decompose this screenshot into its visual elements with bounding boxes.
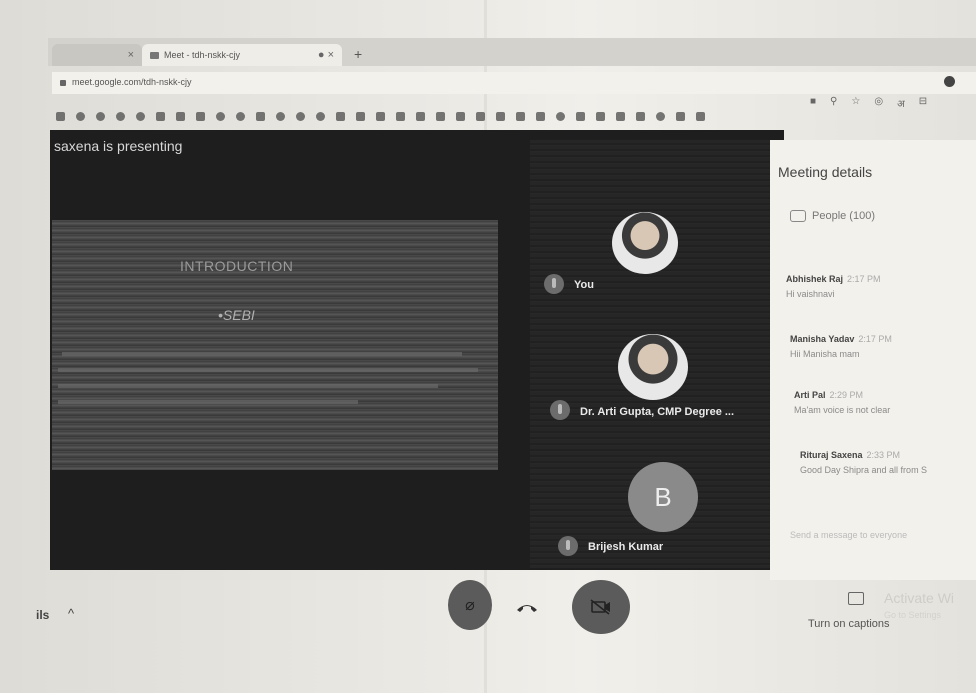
meeting-details-panel bbox=[770, 140, 976, 580]
slide-title: INTRODUCTION bbox=[180, 258, 294, 274]
slide-text-line bbox=[58, 400, 358, 404]
message-text: Ma'am voice is not clear bbox=[794, 405, 891, 415]
message-time: 2:17 PM bbox=[858, 334, 892, 344]
activate-windows-subtext: Go to Settings bbox=[884, 610, 942, 620]
activate-windows-watermark: Activate Wi bbox=[884, 590, 955, 606]
people-icon bbox=[790, 210, 806, 222]
message-time: 2:33 PM bbox=[866, 450, 901, 460]
message-time: 2:17 PM bbox=[847, 274, 881, 284]
slide-text-line bbox=[58, 368, 478, 372]
tab-label: Meet - tdh-nskk-cjy bbox=[164, 50, 241, 60]
bookmark-icon[interactable] bbox=[156, 111, 165, 121]
mic-toggle-button[interactable]: ⌀ bbox=[448, 580, 492, 630]
chevron-up-icon[interactable]: ^ bbox=[68, 606, 74, 621]
url-text[interactable]: meet.google.com/tdh-nskk-cjy bbox=[72, 77, 192, 87]
bookmark-icon[interactable] bbox=[256, 111, 265, 121]
bookmark-icon[interactable] bbox=[636, 111, 645, 121]
bookmarks-bar bbox=[52, 106, 976, 126]
bookmark-icon[interactable] bbox=[576, 111, 585, 121]
bookmark-icon[interactable] bbox=[596, 111, 605, 121]
bookmark-icon[interactable] bbox=[656, 111, 665, 121]
chat-message: Rituraj Saxena 2:33 PM Good Day Shipra an… bbox=[800, 450, 927, 475]
leave-call-button[interactable] bbox=[512, 596, 542, 618]
slide-text-line bbox=[58, 384, 438, 388]
tab-meet[interactable]: Meet - tdh-nskk-cjy ● × bbox=[142, 44, 342, 66]
bookmark-icon[interactable] bbox=[456, 111, 465, 121]
chat-message: Abhishek Raj 2:17 PM Hi vaishnavi bbox=[786, 274, 881, 299]
mic-muted-icon bbox=[550, 400, 570, 420]
bookmark-icon[interactable] bbox=[316, 111, 325, 121]
slide-bullet: •SEBI bbox=[218, 307, 255, 323]
bookmark-icon[interactable] bbox=[476, 111, 485, 121]
avatar-initial: B bbox=[654, 481, 672, 512]
bookmark-icon[interactable] bbox=[176, 111, 185, 121]
lock-icon bbox=[60, 80, 66, 86]
gmail-bookmark-icon[interactable] bbox=[56, 111, 65, 121]
people-label: People (100) bbox=[812, 210, 875, 222]
meet-favicon-icon bbox=[150, 51, 159, 59]
message-text: Hi vaishnavi bbox=[786, 289, 835, 299]
message-time: 2:29 PM bbox=[829, 390, 864, 400]
message-text: Hii Manisha mam bbox=[790, 349, 860, 359]
message-sender: Arti Pal bbox=[794, 390, 826, 400]
chat-message: Arti Pal 2:29 PM Ma'am voice is not clear bbox=[794, 390, 890, 415]
new-tab-icon[interactable]: + bbox=[354, 46, 362, 62]
bookmark-icon[interactable] bbox=[536, 111, 545, 121]
message-sender: Manisha Yadav bbox=[790, 334, 855, 344]
participant-name: Dr. Arti Gupta, CMP Degree ... bbox=[580, 406, 735, 418]
bookmark-icon[interactable] bbox=[376, 111, 385, 121]
bookmark-icon[interactable] bbox=[556, 111, 565, 121]
participant-name: You bbox=[574, 279, 594, 291]
chat-message-input[interactable]: Send a message to everyone bbox=[790, 530, 907, 540]
bookmark-icon[interactable] bbox=[696, 111, 705, 121]
bookmark-icon[interactable] bbox=[216, 111, 225, 121]
avatar bbox=[618, 334, 688, 400]
bookmark-icon[interactable] bbox=[196, 111, 205, 121]
bookmark-icon[interactable] bbox=[416, 111, 425, 121]
bookmark-icon[interactable] bbox=[296, 111, 305, 121]
mic-muted-icon bbox=[558, 536, 578, 556]
message-sender: Rituraj Saxena bbox=[800, 450, 863, 460]
participant-name: Brijesh Kumar bbox=[588, 541, 664, 553]
bookmark-icon[interactable] bbox=[496, 111, 505, 121]
panel-title: Meeting details bbox=[778, 164, 873, 180]
bookmark-icon[interactable] bbox=[236, 111, 245, 121]
slide-text-line bbox=[62, 352, 462, 356]
bookmark-icon[interactable] bbox=[516, 111, 525, 121]
avatar: B bbox=[628, 462, 698, 532]
avatar bbox=[612, 212, 678, 274]
captions-icon[interactable] bbox=[848, 592, 864, 605]
bookmark-icon[interactable] bbox=[356, 111, 365, 121]
phone-hangup-icon bbox=[517, 605, 537, 612]
bookmark-icon[interactable] bbox=[276, 111, 285, 121]
message-text: Good Day Shipra and all from S bbox=[800, 465, 928, 475]
meeting-details-toggle[interactable]: ils bbox=[36, 608, 49, 622]
bookmark-icon[interactable] bbox=[336, 111, 345, 121]
close-tab-icon[interactable]: × bbox=[128, 49, 134, 61]
bookmark-icon[interactable] bbox=[396, 111, 405, 121]
google-bookmark-icon[interactable] bbox=[76, 111, 85, 121]
message-sender: Abhishek Raj bbox=[786, 274, 844, 284]
mic-off-icon: ⌀ bbox=[465, 597, 475, 614]
bookmark-icon[interactable] bbox=[116, 111, 125, 121]
bookmark-icon[interactable] bbox=[616, 111, 625, 121]
close-tab-icon[interactable]: ● × bbox=[318, 49, 334, 61]
camera-off-icon bbox=[590, 599, 610, 615]
captions-button[interactable]: Turn on captions bbox=[808, 618, 890, 630]
bookmark-icon[interactable] bbox=[96, 111, 105, 121]
bookmark-icon[interactable] bbox=[676, 111, 685, 121]
chat-message: Manisha Yadav 2:17 PM Hii Manisha mam bbox=[790, 334, 892, 359]
bookmark-icon[interactable] bbox=[436, 111, 445, 121]
profile-icon[interactable] bbox=[944, 76, 955, 87]
tab-previous[interactable]: × bbox=[52, 44, 142, 66]
mic-muted-icon bbox=[544, 274, 564, 294]
bookmark-icon[interactable] bbox=[136, 111, 145, 121]
camera-toggle-button[interactable] bbox=[572, 580, 630, 634]
presenter-label: saxena is presenting bbox=[54, 138, 183, 154]
people-tab[interactable]: People (100) bbox=[790, 210, 875, 222]
